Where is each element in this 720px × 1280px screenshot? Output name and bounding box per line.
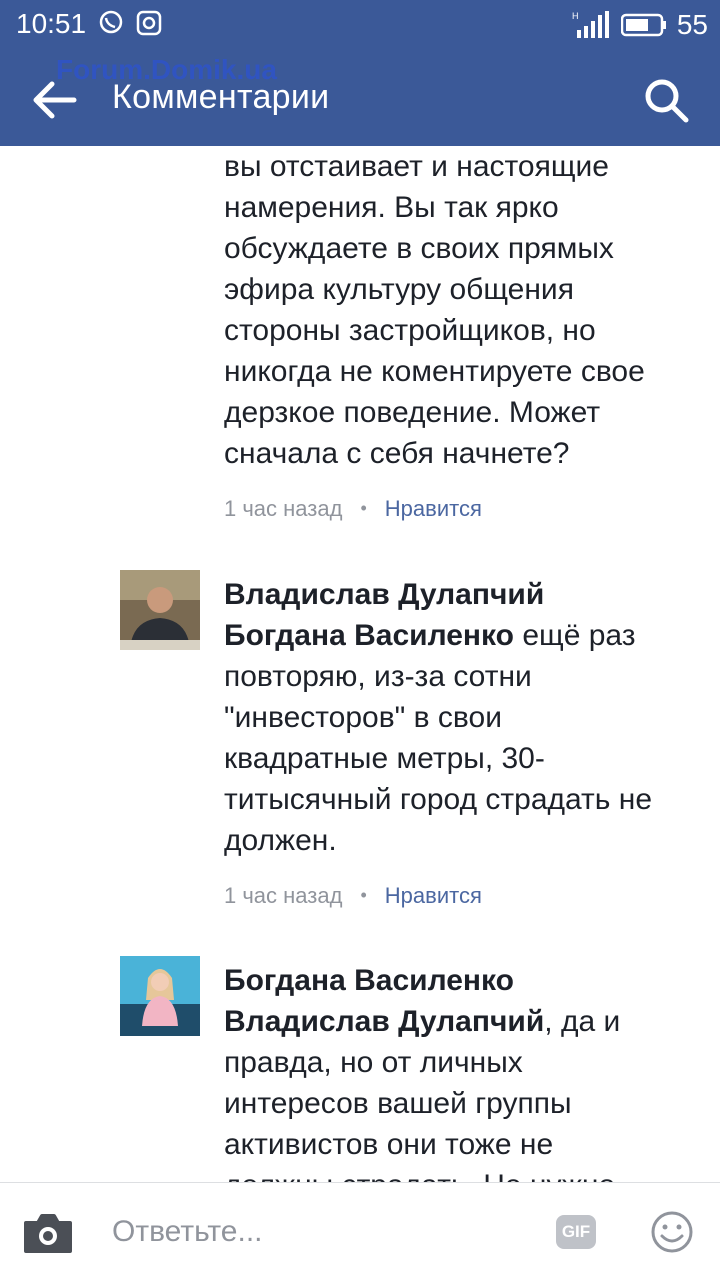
comment-time: 1 час назад — [224, 883, 343, 908]
viber-icon — [99, 10, 123, 34]
comment-author[interactable]: Владислав Дулапчий — [224, 574, 700, 615]
status-time: 10:51 — [16, 8, 87, 39]
signal-icon: H — [572, 11, 609, 38]
separator-dot: • — [360, 885, 367, 905]
camera-icon[interactable] — [22, 1211, 74, 1255]
comment-text-line: интересов вашей группы — [224, 1087, 572, 1120]
comment-body: Владислав Дулапчий Богдана Василенко ещё… — [224, 574, 700, 916]
emoji-icon[interactable] — [650, 1210, 694, 1254]
comment-text-line: правда, но от личных — [224, 1046, 523, 1079]
mention-link[interactable]: Богдана Василенко — [224, 619, 514, 652]
comment-text-line: намерения. Вы так ярко — [224, 191, 559, 224]
back-arrow-icon[interactable] — [30, 78, 78, 122]
like-link[interactable]: Нравится — [385, 488, 482, 529]
battery-level: 55 — [676, 9, 708, 40]
reply-input[interactable]: Ответьте... — [112, 1215, 262, 1249]
avatar[interactable] — [120, 570, 200, 650]
comment-text-line: должен. — [224, 824, 337, 857]
gif-button[interactable]: GIF — [556, 1215, 596, 1249]
battery-icon — [620, 13, 666, 37]
comments-list[interactable]: вы отстаивает и настоящие намерения. Вы … — [0, 146, 720, 1182]
comment-text-line: эфира культуру общения — [224, 273, 574, 306]
comment-text-line: активистов они тоже не — [224, 1128, 554, 1161]
comment-text-line: дерзкое поведение. Может — [224, 396, 601, 429]
comment-time: 1 час назад — [224, 496, 343, 521]
status-bar: 10:51 H 55 — [0, 0, 720, 52]
comment-meta: 1 час назад • Нравится — [224, 875, 700, 916]
instagram-icon — [136, 10, 162, 36]
mention-link[interactable]: Владислав Дулапчий — [224, 1005, 544, 1038]
avatar[interactable] — [120, 956, 200, 1036]
comment-body: вы отстаивает и настоящие намерения. Вы … — [224, 146, 700, 529]
comment-text-line: никогда не коментируете свое — [224, 355, 645, 388]
comment-text-line: обсуждаете в своих прямых — [224, 232, 614, 265]
comment-text-line: сначала с себя начнете? — [224, 437, 570, 470]
comment-body: Богдана Василенко Владислав Дулапчий, да… — [224, 960, 700, 1182]
search-icon[interactable] — [642, 76, 690, 124]
comment-text-line: вы отстаивает и настоящие — [224, 150, 609, 183]
comment-text-line: Владислав Дулапчий, да и — [224, 1001, 700, 1042]
comment-text: , да и — [544, 1005, 621, 1038]
separator-dot: • — [360, 498, 367, 518]
comment-text-line: титысячный город страдать не — [224, 783, 653, 816]
app-bar: Forum.Domik.ua Комментарии — [0, 52, 720, 146]
comment-meta: 1 час назад • Нравится — [224, 488, 700, 529]
comment-text-line: должны страдать. Не нужно — [224, 1165, 700, 1182]
comment-text-line: Богдана Василенко ещё раз — [224, 615, 700, 656]
comment-text-line: квадратные метры, 30- — [224, 742, 545, 775]
comment-text-line: "инвесторов" в свои — [224, 701, 502, 734]
comment-author[interactable]: Богдана Василенко — [224, 960, 700, 1001]
comment-text-line: повторяю, из-за сотни — [224, 660, 532, 693]
comment-text-line: стороны застройщиков, но — [224, 314, 596, 347]
svg-text:H: H — [572, 11, 579, 21]
like-link[interactable]: Нравится — [385, 875, 482, 916]
reply-composer: Ответьте... GIF — [0, 1182, 720, 1280]
comment-text: ещё раз — [514, 619, 636, 652]
page-title: Комментарии — [112, 78, 330, 116]
